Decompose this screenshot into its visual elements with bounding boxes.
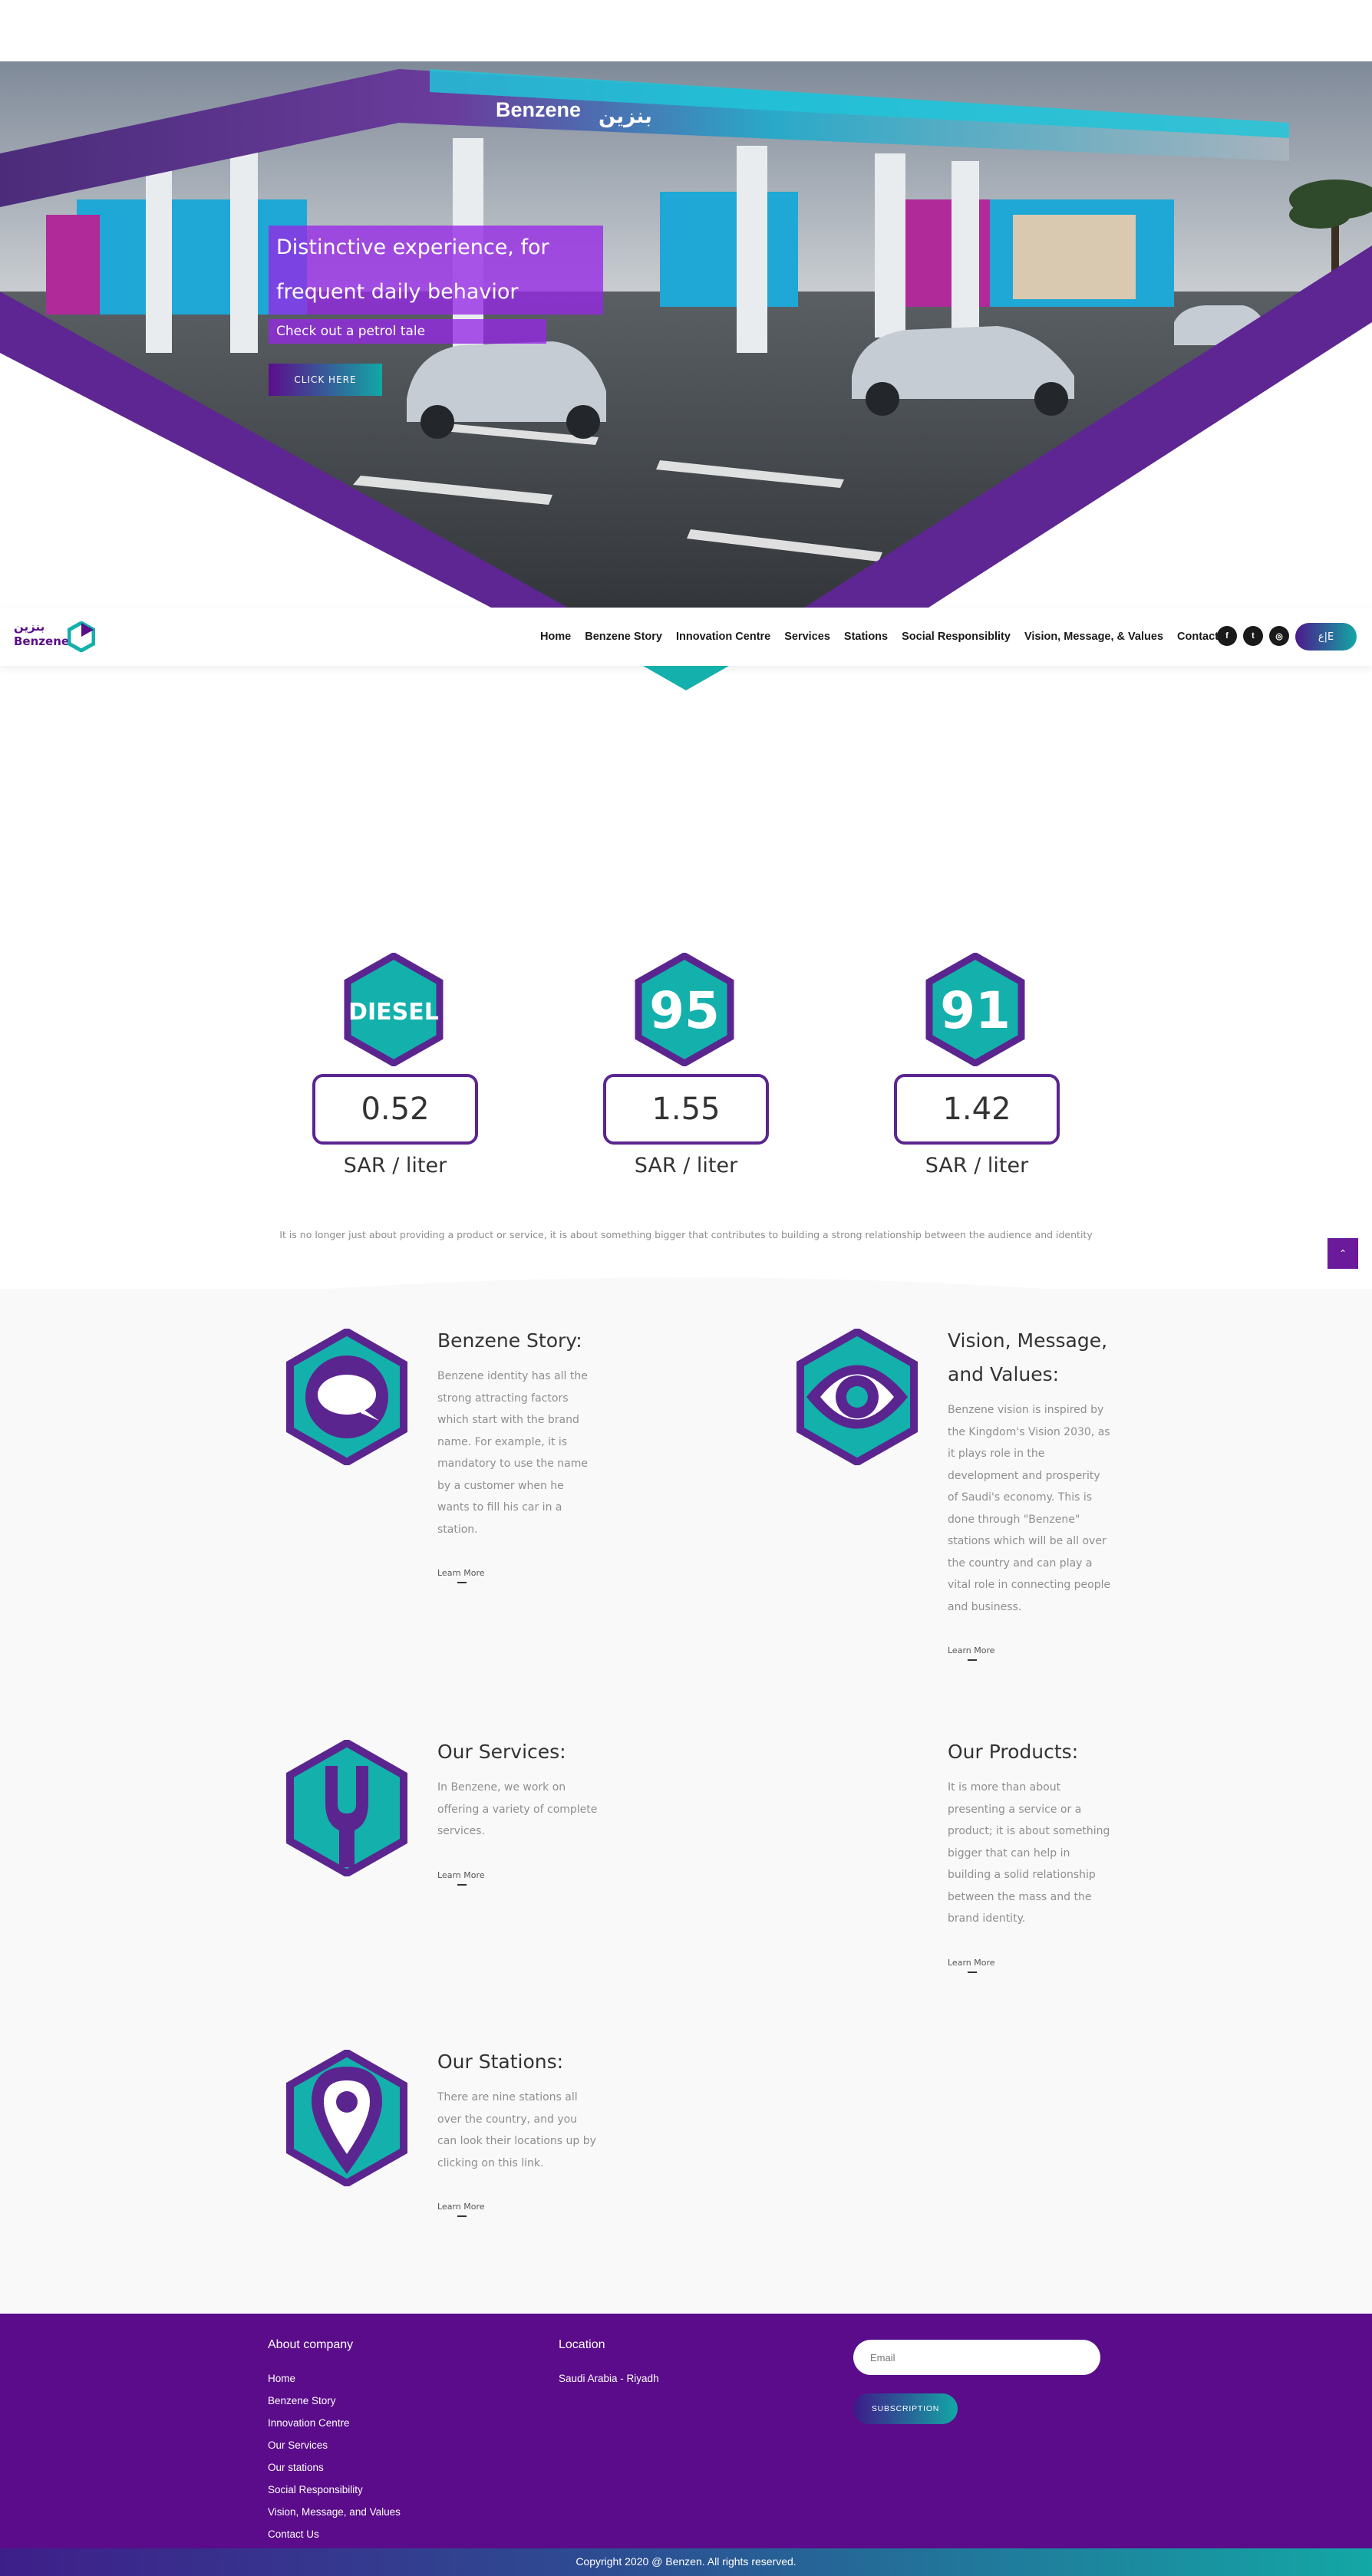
octane-95-price-unit: SAR / liter xyxy=(634,1154,738,1178)
diesel-badge-label: DIESEL xyxy=(348,999,439,1026)
site-footer: About company Home Benzene Story Innovat… xyxy=(0,2314,1372,2548)
diesel-badge-icon: DIESEL xyxy=(344,953,444,1066)
footer-link-benzene-story[interactable]: Benzene Story xyxy=(268,2390,401,2412)
feature-title: Vision, Message, and Values: xyxy=(948,1329,1108,1385)
footer-link-social-responsibility[interactable]: Social Responsibility xyxy=(268,2479,401,2501)
octane-91-badge-icon: 91 xyxy=(925,953,1025,1066)
hero-station-image: Benzene بنزين xyxy=(0,61,1372,608)
nav-innovation-centre[interactable]: Innovation Centre xyxy=(676,631,770,643)
instagram-icon[interactable]: ◎ xyxy=(1269,626,1289,646)
canopy-sign-ar: بنزين xyxy=(599,105,652,128)
social-links: f t ◎ xyxy=(1217,626,1289,646)
octane-95-badge-label: 95 xyxy=(649,981,720,1040)
feature-title: Our Stations: xyxy=(437,2051,564,2073)
feature-text: Benzene vision is inspired by the Kingdo… xyxy=(948,1404,1111,1613)
copyright-bar: Copyright 2020 @ Benzen. All rights rese… xyxy=(0,2548,1372,2576)
diesel-price-unit: SAR / liter xyxy=(343,1154,447,1178)
wrench-icon xyxy=(286,1740,407,1876)
subscription-email-input[interactable] xyxy=(853,2340,1100,2375)
octane-95-badge-icon: 95 xyxy=(635,953,734,1066)
map-pin-icon xyxy=(286,2050,407,2186)
brand-logo-english: Benzene xyxy=(14,634,70,648)
hero-title-line-1: Distinctive experience, for xyxy=(276,236,549,259)
feature-body: Benzene Story: Benzene identity has all … xyxy=(437,1324,599,1583)
learn-more-link[interactable]: Learn More xyxy=(437,2202,485,2217)
brand-logo[interactable]: بنزين Benzene xyxy=(12,617,97,655)
learn-more-link[interactable]: Learn More xyxy=(948,1958,995,1973)
footer-link-home[interactable]: Home xyxy=(268,2367,401,2390)
hero-caption: Distinctive experience, for frequent dai… xyxy=(269,226,606,396)
eye-icon xyxy=(796,1329,918,1465)
feature-body: Our Products: It is more than about pres… xyxy=(948,1735,1112,1973)
hero-title-line-2: frequent daily behavior xyxy=(276,280,519,304)
price-card-91: 91 1.42 SAR / liter xyxy=(886,953,1064,1198)
nav-home[interactable]: Home xyxy=(540,631,571,643)
feature-title: Our Services: xyxy=(437,1741,566,1763)
feature-title: Our Products: xyxy=(948,1741,1079,1763)
nav-social-responsibility[interactable]: Social Responsiblity xyxy=(902,631,1011,643)
footer-link-our-stations[interactable]: Our stations xyxy=(268,2456,401,2479)
feature-body: Our Stations: There are nine stations al… xyxy=(437,2045,599,2217)
price-card-95: 95 1.55 SAR / liter xyxy=(595,953,773,1198)
nav-services[interactable]: Services xyxy=(784,631,830,643)
feature-text: There are nine stations all over the cou… xyxy=(437,2091,596,2169)
language-toggle-button[interactable]: ع|E xyxy=(1295,623,1357,651)
feature-text: It is more than about presenting a servi… xyxy=(948,1781,1110,1925)
twitter-icon[interactable]: t xyxy=(1243,626,1263,646)
features-section xyxy=(0,1289,1372,2314)
footer-link-innovation-centre[interactable]: Innovation Centre xyxy=(268,2412,401,2434)
brand-logo-arabic: بنزين xyxy=(14,620,45,634)
brand-hexagon-icon xyxy=(68,621,95,652)
nav-stations[interactable]: Stations xyxy=(844,631,888,643)
subscription-button[interactable]: SUBSCRIPTION xyxy=(853,2393,958,2424)
feature-title: Benzene Story: xyxy=(437,1329,582,1352)
diesel-price-value: 0.52 xyxy=(312,1074,478,1145)
footer-link-our-services[interactable]: Our Services xyxy=(268,2434,401,2456)
feature-text: In Benzene, we work on offering a variet… xyxy=(437,1781,598,1837)
footer-location-heading: Location xyxy=(559,2338,605,2351)
footer-about-heading: About company xyxy=(268,2338,354,2351)
nav-menu: Home Benzene Story Innovation Centre Ser… xyxy=(540,608,1219,666)
footer-location-value: Saudi Arabia - Riyadh xyxy=(559,2373,659,2384)
price-card-diesel: DIESEL 0.52 SAR / liter xyxy=(305,953,483,1198)
octane-91-price-value: 1.42 xyxy=(894,1074,1060,1145)
brand-tagline: It is no longer just about providing a p… xyxy=(279,1229,1093,1240)
feature-text: Benzene identity has all the strong attr… xyxy=(437,1370,588,1536)
footer-about-column: About company Home Benzene Story Innovat… xyxy=(268,2338,401,2545)
canopy-sign-en: Benzene xyxy=(496,98,581,121)
footer-location-column: Location Saudi Arabia - Riyadh xyxy=(559,2338,659,2390)
nav-vision-message-values[interactable]: Vision, Message, & Values xyxy=(1024,631,1163,643)
nav-contact[interactable]: Contact xyxy=(1177,631,1219,643)
footer-link-vision[interactable]: Vision, Message, and Values xyxy=(268,2501,401,2523)
nav-pointer-triangle xyxy=(643,666,729,690)
feature-body: Our Services: In Benzene, we work on off… xyxy=(437,1735,599,1886)
octane-91-badge-label: 91 xyxy=(940,981,1011,1040)
hero-click-here-button[interactable]: CLICK HERE xyxy=(269,364,382,396)
feature-body: Vision, Message, and Values: Benzene vis… xyxy=(948,1324,1112,1661)
chat-bubble-icon xyxy=(286,1329,407,1465)
main-navbar: بنزين Benzene Home Benzene Story Innovat… xyxy=(0,608,1372,666)
octane-95-price-value: 1.55 xyxy=(603,1074,769,1145)
learn-more-link[interactable]: Learn More xyxy=(948,1645,995,1661)
octane-91-price-unit: SAR / liter xyxy=(925,1154,1029,1178)
learn-more-link[interactable]: Learn More xyxy=(437,1870,485,1886)
learn-more-link[interactable]: Learn More xyxy=(437,1568,485,1583)
hero-banner: Benzene بنزين Distinctive experience, fo… xyxy=(0,61,1372,608)
facebook-icon[interactable]: f xyxy=(1217,626,1237,646)
nav-benzene-story[interactable]: Benzene Story xyxy=(585,631,662,643)
hero-subtitle: Check out a petrol tale xyxy=(269,319,546,344)
hero-title: Distinctive experience, for frequent dai… xyxy=(269,226,603,315)
footer-link-contact-us[interactable]: Contact Us xyxy=(268,2523,401,2545)
